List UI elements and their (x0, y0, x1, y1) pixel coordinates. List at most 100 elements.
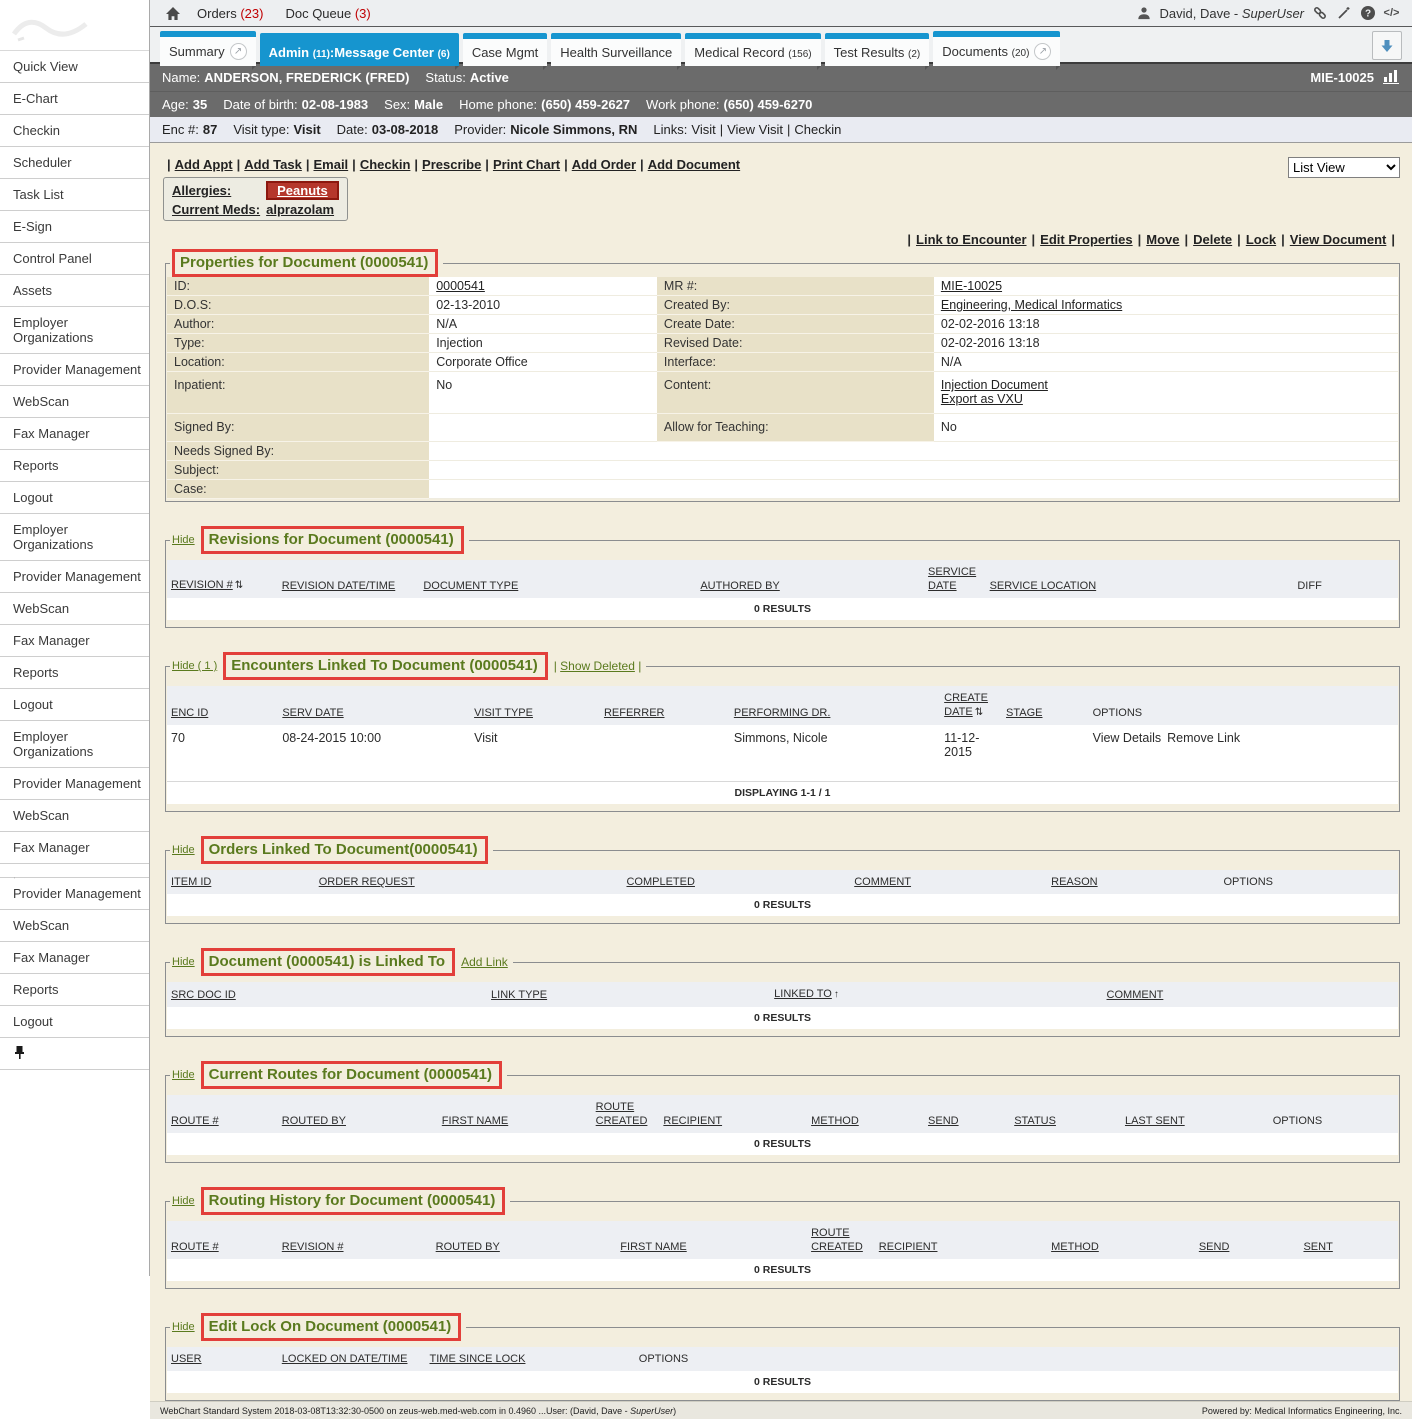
hide-link[interactable]: Hide (172, 1069, 195, 1081)
hide-link[interactable]: Hide (172, 956, 195, 968)
hide-link[interactable]: Hide ( 1 ) (172, 660, 217, 672)
column-header-routed-by[interactable]: ROUTED BY (278, 1095, 438, 1133)
column-header-performing-dr[interactable]: PERFORMING DR. (730, 686, 940, 725)
column-header-comment[interactable]: COMMENT (1103, 982, 1398, 1007)
doc-action-delete[interactable]: Delete (1193, 232, 1232, 247)
sidebar-item-fax-manager[interactable]: Fax Manager (0, 942, 149, 974)
action-checkin[interactable]: Checkin (360, 157, 411, 172)
sidebar-item-quick-view[interactable]: Quick View (0, 51, 149, 83)
action-add-appt[interactable]: Add Appt (175, 157, 233, 172)
tab-admin-11-message-center-6[interactable]: Admin (11):Message Center (6) (260, 33, 459, 66)
sidebar-item-employer-organizations[interactable]: Employer Organizations (0, 514, 149, 561)
home-icon[interactable] (164, 5, 181, 22)
column-header-authored-by[interactable]: AUTHORED BY (696, 560, 924, 598)
sort-icon[interactable]: ⇅ (235, 579, 243, 593)
sidebar-pin-toggle[interactable] (0, 1038, 149, 1070)
column-header-reason[interactable]: REASON (1047, 870, 1219, 894)
column-header-visit-type[interactable]: VISIT TYPE (470, 686, 600, 725)
column-header-create-date[interactable]: CREATE DATE⇅ (940, 686, 1002, 725)
sidebar-item-webscan[interactable]: WebScan (0, 910, 149, 942)
prop-link-mie-10025[interactable]: MIE-10025 (941, 279, 1002, 293)
column-header-recipient[interactable]: RECIPIENT (875, 1221, 1047, 1259)
doc-action-move[interactable]: Move (1146, 232, 1179, 247)
column-header-recipient[interactable]: RECIPIENT (659, 1095, 807, 1133)
sidebar-item-control-panel[interactable]: Control Panel (0, 243, 149, 275)
doc-action-lock[interactable]: Lock (1246, 232, 1276, 247)
action-email[interactable]: Email (313, 157, 348, 172)
column-header-service-location[interactable]: SERVICE LOCATION (986, 560, 1294, 598)
sort-icon[interactable]: ↑ (834, 988, 839, 1002)
tab-test-results-2[interactable]: Test Results (2) (825, 33, 930, 66)
top-menu-doc-queue[interactable]: Doc Queue (3) (285, 6, 370, 21)
current-meds-link[interactable]: Current Meds: (172, 202, 260, 217)
sidebar-item-employer-organizations[interactable]: Employer Organizations (0, 307, 149, 354)
column-header-document-type[interactable]: DOCUMENT TYPE (419, 560, 696, 598)
column-header-serv-date[interactable]: SERV DATE (278, 686, 470, 725)
open-in-new-icon[interactable]: ↗ (1034, 43, 1051, 60)
open-in-new-icon[interactable]: ↗ (230, 43, 247, 60)
column-header-method[interactable]: METHOD (1047, 1221, 1195, 1259)
sidebar-item-webscan[interactable]: WebScan (0, 386, 149, 418)
column-header-method[interactable]: METHOD (807, 1095, 924, 1133)
column-header-order-request[interactable]: ORDER REQUEST (315, 870, 623, 894)
column-header-route-created[interactable]: ROUTE CREATED (592, 1095, 660, 1133)
action-add-document[interactable]: Add Document (648, 157, 740, 172)
hide-link[interactable]: Hide (172, 1195, 195, 1207)
column-header-referrer[interactable]: REFERRER (600, 686, 730, 725)
column-header-status[interactable]: STATUS (1010, 1095, 1121, 1133)
column-header-send[interactable]: SEND (1195, 1221, 1300, 1259)
row-option-remove-link[interactable]: Remove Link (1167, 731, 1240, 745)
tab-case-mgmt[interactable]: Case Mgmt (463, 33, 547, 66)
action-print-chart[interactable]: Print Chart (493, 157, 560, 172)
column-header-first-name[interactable]: FIRST NAME (616, 1221, 807, 1259)
chart-stats-icon[interactable] (1382, 69, 1400, 87)
column-header-revision[interactable]: REVISION # (278, 1221, 432, 1259)
help-icon[interactable]: ? (1359, 5, 1376, 22)
doc-action-view-document[interactable]: View Document (1290, 232, 1387, 247)
column-header-link-type[interactable]: LINK TYPE (487, 982, 770, 1007)
scroll-down-button[interactable] (1372, 31, 1402, 60)
legend-link-show-deleted[interactable]: Show Deleted (560, 659, 635, 673)
sidebar-item-fax-manager[interactable]: Fax Manager (0, 625, 149, 657)
wand-icon[interactable] (1335, 5, 1352, 22)
tab-summary[interactable]: Summary↗ (160, 31, 256, 66)
column-header-locked-on-date-time[interactable]: LOCKED ON DATE/TIME (278, 1347, 426, 1371)
action-add-task[interactable]: Add Task (244, 157, 302, 172)
sidebar-item-fax-manager[interactable]: Fax Manager (0, 418, 149, 450)
sidebar-item-reports[interactable]: Reports (0, 450, 149, 482)
column-header-enc-id[interactable]: ENC ID (167, 686, 278, 725)
sidebar-item-employer-organizations[interactable]: Employer Organizations (0, 721, 149, 768)
sidebar-item-provider-management[interactable]: Provider Management (0, 768, 149, 800)
sidebar-item-e-chart[interactable]: E-Chart (0, 83, 149, 115)
enc-link-visit[interactable]: Visit (691, 122, 715, 137)
column-header-revision-date-time[interactable]: REVISION DATE/TIME (278, 560, 420, 598)
doc-action-edit-properties[interactable]: Edit Properties (1040, 232, 1132, 247)
hide-link[interactable]: Hide (172, 1321, 195, 1333)
view-mode-select[interactable]: List View (1288, 157, 1400, 178)
column-header-linked-to[interactable]: LINKED TO↑ (770, 982, 1102, 1007)
code-icon[interactable]: </> (1383, 5, 1400, 22)
sidebar-item-logout[interactable]: Logout (0, 689, 149, 721)
column-header-completed[interactable]: COMPLETED (622, 870, 850, 894)
prop-link-0000541[interactable]: 0000541 (436, 279, 485, 293)
column-header-route[interactable]: ROUTE # (167, 1095, 278, 1133)
doc-action-link-to-encounter[interactable]: Link to Encounter (916, 232, 1027, 247)
column-header-revision[interactable]: REVISION #⇅ (167, 560, 278, 598)
column-header-time-since-lock[interactable]: TIME SINCE LOCK (426, 1347, 635, 1371)
sidebar-item-task-list[interactable]: Task List (0, 179, 149, 211)
hide-link[interactable]: Hide (172, 534, 195, 546)
med-alprazolam-link[interactable]: alprazolam (266, 202, 334, 217)
column-header-sent[interactable]: SENT (1299, 1221, 1398, 1259)
column-header-routed-by[interactable]: ROUTED BY (432, 1221, 617, 1259)
sort-icon[interactable]: ⇅ (975, 706, 983, 720)
tab-documents-20[interactable]: Documents (20)↗ (933, 31, 1060, 66)
tab-medical-record-156[interactable]: Medical Record (156) (685, 33, 820, 66)
column-header-route-created[interactable]: ROUTE CREATED (807, 1221, 875, 1259)
column-header-route[interactable]: ROUTE # (167, 1221, 278, 1259)
sidebar-item-e-sign[interactable]: E-Sign (0, 211, 149, 243)
row-option-view-details[interactable]: View Details (1093, 731, 1162, 745)
column-header-comment[interactable]: COMMENT (850, 870, 1047, 894)
sidebar-item-checkin[interactable]: Checkin (0, 115, 149, 147)
column-header-stage[interactable]: STAGE (1002, 686, 1089, 725)
column-header-src-doc-id[interactable]: SRC DOC ID (167, 982, 487, 1007)
